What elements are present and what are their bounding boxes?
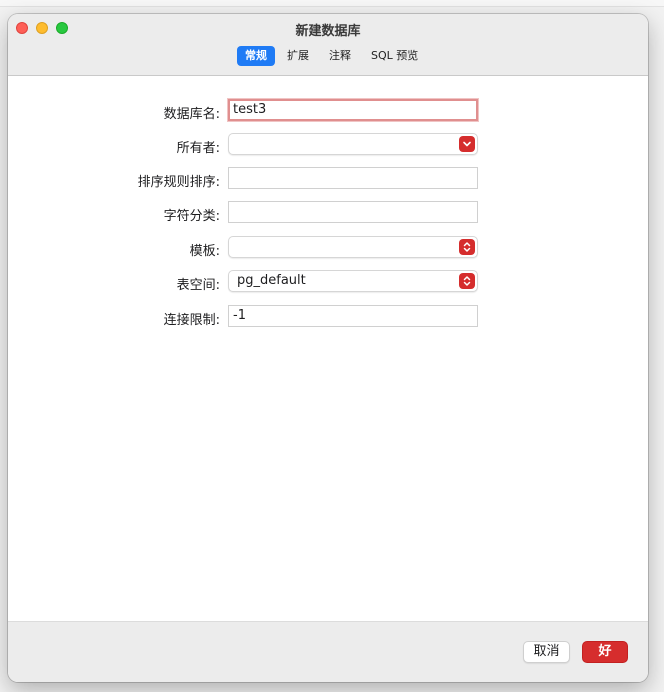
ctype-input[interactable] bbox=[228, 201, 478, 223]
owner-select[interactable] bbox=[228, 133, 478, 155]
tab-sql-preview[interactable]: SQL 预览 bbox=[363, 46, 426, 66]
tab-comment[interactable]: 注释 bbox=[321, 46, 359, 66]
row-ctype: 字符分类: bbox=[8, 201, 648, 225]
db-name-input[interactable]: test3 bbox=[228, 99, 478, 121]
row-tablespace: 表空间: pg_default bbox=[8, 270, 648, 294]
ctype-label: 字符分类: bbox=[163, 209, 220, 224]
owner-label: 所有者: bbox=[176, 141, 220, 156]
title-bar: 新建数据库 bbox=[8, 14, 648, 42]
background-strip bbox=[0, 0, 664, 7]
tab-general[interactable]: 常规 bbox=[237, 46, 275, 66]
row-db-name: 数据库名: test3 bbox=[8, 99, 648, 123]
tablespace-select[interactable]: pg_default bbox=[228, 270, 478, 292]
cancel-button[interactable]: 取消 bbox=[523, 641, 570, 663]
up-down-chevron-icon[interactable] bbox=[459, 239, 475, 255]
window-title: 新建数据库 bbox=[295, 24, 361, 39]
tab-extensions[interactable]: 扩展 bbox=[279, 46, 317, 66]
form-area: 数据库名: test3 所有者: 排序规则排序: 字符分类: 模板: 表空间: … bbox=[8, 76, 648, 621]
collation-label: 排序规则排序: bbox=[137, 175, 220, 190]
template-label: 模板: bbox=[189, 244, 220, 259]
dialog-footer: 取消 好 bbox=[8, 621, 648, 682]
row-conn-limit: 连接限制: -1 bbox=[8, 305, 648, 329]
collation-input[interactable] bbox=[228, 167, 478, 189]
chevron-down-icon[interactable] bbox=[459, 136, 475, 152]
conn-limit-input[interactable]: -1 bbox=[228, 305, 478, 327]
row-collation: 排序规则排序: bbox=[8, 167, 648, 191]
row-template: 模板: bbox=[8, 236, 648, 260]
tab-list: 常规 扩展 注释 SQL 预览 bbox=[237, 46, 430, 66]
row-owner: 所有者: bbox=[8, 133, 648, 157]
tab-bar: 常规 扩展 注释 SQL 预览 bbox=[8, 42, 648, 76]
db-name-label: 数据库名: bbox=[163, 107, 220, 122]
tablespace-value: pg_default bbox=[237, 273, 306, 288]
up-down-chevron-icon[interactable] bbox=[459, 273, 475, 289]
tablespace-label: 表空间: bbox=[176, 278, 220, 293]
conn-limit-label: 连接限制: bbox=[163, 313, 220, 328]
template-select[interactable] bbox=[228, 236, 478, 258]
ok-button[interactable]: 好 bbox=[582, 641, 628, 663]
dialog-window: 新建数据库 常规 扩展 注释 SQL 预览 数据库名: test3 所有者: 排… bbox=[8, 14, 648, 682]
